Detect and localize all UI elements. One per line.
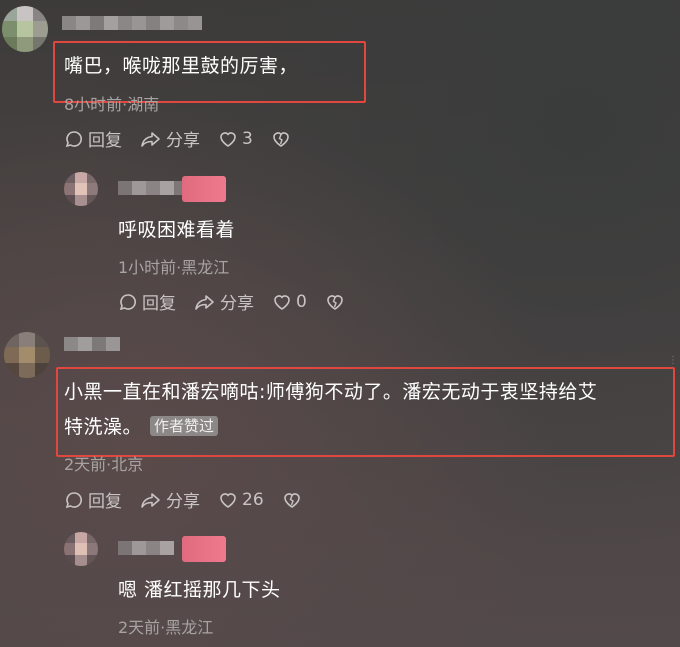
username[interactable] — [62, 16, 202, 30]
share-button[interactable]: 分享 — [194, 289, 254, 314]
share-button[interactable]: 分享 — [140, 126, 200, 151]
share-icon — [141, 131, 160, 147]
share-label: 分享 — [166, 131, 200, 151]
like-count: 0 — [296, 291, 307, 312]
reply-label: 回复 — [88, 492, 122, 512]
comment-text-continued: 特洗澡。 — [64, 416, 143, 438]
reply-avatar[interactable] — [64, 532, 98, 566]
reply-username[interactable] — [118, 181, 188, 195]
share-icon — [141, 492, 160, 508]
reply-username[interactable] — [118, 541, 174, 555]
share-icon — [195, 294, 214, 310]
reply-text: 呼吸困难看着 — [118, 219, 236, 241]
broken-heart-icon — [283, 492, 300, 508]
comment-actions: 回复 分享 26 — [64, 487, 324, 512]
like-count: 26 — [242, 489, 264, 510]
reply-meta: 2天前·黑龙江 — [118, 618, 214, 637]
reply-icon — [65, 130, 82, 147]
dislike-button[interactable] — [325, 292, 349, 312]
author-tag — [182, 176, 226, 202]
avatar[interactable] — [4, 332, 50, 378]
heart-icon — [220, 492, 236, 508]
username[interactable] — [64, 337, 120, 351]
reply-icon — [119, 293, 136, 310]
share-label: 分享 — [166, 492, 200, 512]
share-label: 分享 — [220, 294, 254, 314]
comment-actions: 回复 分享 3 — [64, 126, 313, 151]
reply-label: 回复 — [88, 131, 122, 151]
dislike-button[interactable] — [282, 490, 306, 510]
comment-meta: 8小时前·湖南 — [64, 95, 160, 114]
reply-text: 嗯 潘红摇那几下头 — [118, 579, 281, 601]
comment-text: 嘴巴，喉咙那里鼓的厉害， — [64, 55, 299, 77]
comment-meta: 2天前·北京 — [64, 455, 144, 474]
like-count: 3 — [242, 128, 253, 149]
broken-heart-icon — [327, 294, 343, 310]
reply-label: 回复 — [142, 294, 176, 314]
heart-icon — [274, 294, 290, 310]
reply-meta: 1小时前·黑龙江 — [118, 258, 230, 277]
reply-avatar[interactable] — [64, 172, 98, 206]
author-liked-badge: 作者赞过 — [150, 416, 219, 436]
share-button[interactable]: 分享 — [140, 487, 200, 512]
avatar[interactable] — [2, 6, 48, 52]
broken-heart-icon — [273, 131, 289, 147]
heart-icon — [220, 131, 236, 147]
like-button[interactable]: 3 — [218, 129, 253, 149]
dislike-button[interactable] — [271, 129, 295, 149]
comment-text-line2: 特洗澡。 作者赞过 — [64, 412, 219, 442]
reply-button[interactable]: 回复 — [64, 126, 122, 151]
scroll-indicator: ⋮ — [668, 355, 678, 366]
reply-button[interactable]: 回复 — [64, 487, 122, 512]
like-button[interactable]: 0 — [272, 292, 307, 312]
reply-button[interactable]: 回复 — [118, 289, 176, 314]
reply-actions: 回复 分享 0 — [118, 289, 367, 314]
reply-icon — [65, 491, 82, 508]
like-button[interactable]: 26 — [218, 490, 264, 510]
author-tag — [182, 536, 226, 562]
comment-text: 小黑一直在和潘宏嘀咕:师傅狗不动了。潘宏无动于衷坚持给艾 — [64, 381, 598, 403]
